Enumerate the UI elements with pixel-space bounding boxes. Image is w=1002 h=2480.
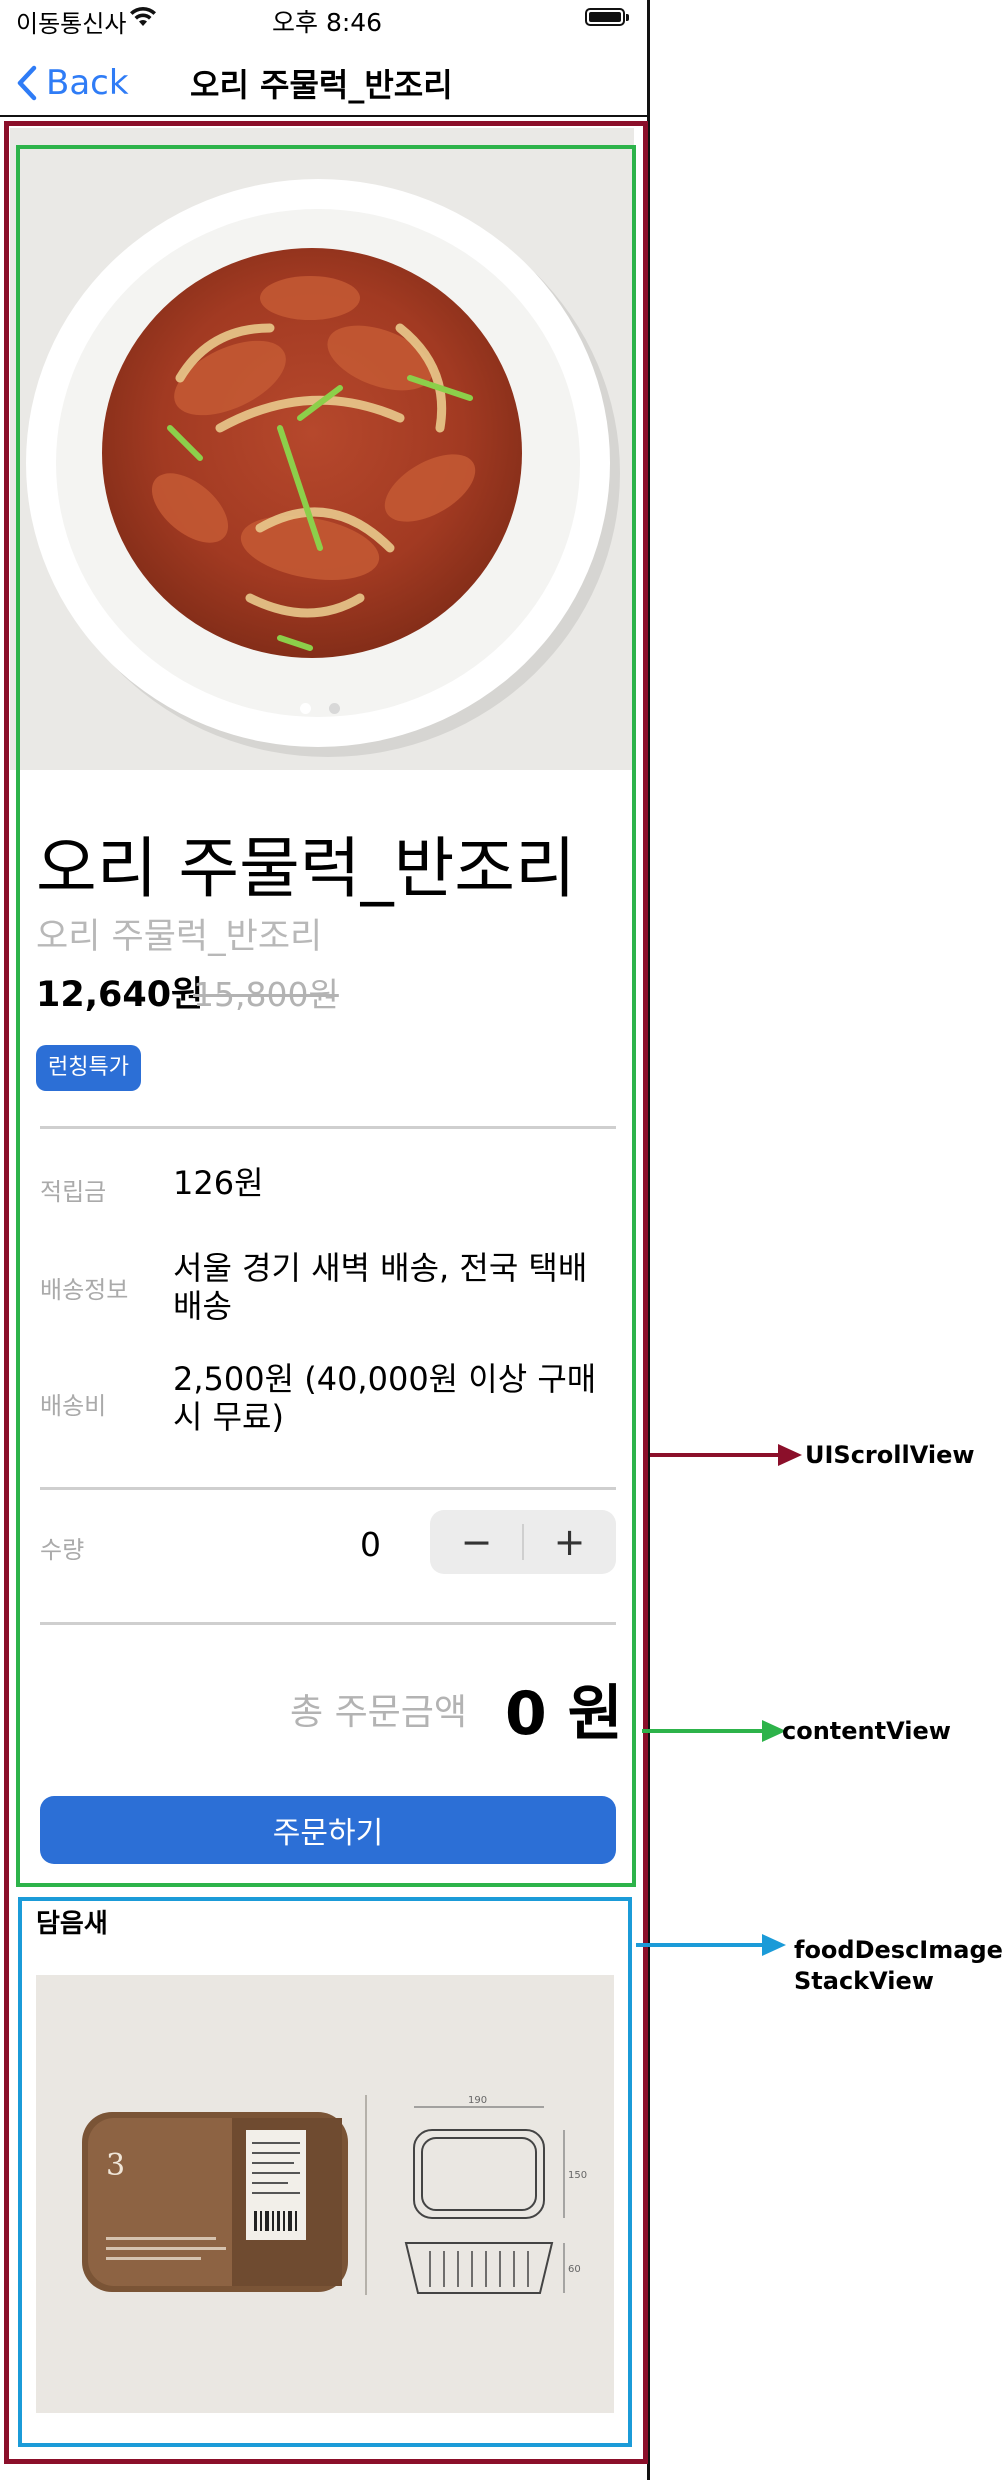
wifi-icon xyxy=(128,6,158,32)
battery-icon xyxy=(585,8,629,26)
stack-view-arrow xyxy=(636,1934,786,1956)
scroll-view-arrow xyxy=(650,1444,802,1466)
status-time: 오후 8:46 xyxy=(272,8,383,37)
content-view-arrow xyxy=(642,1720,786,1742)
nav-title: 오리 주물럭_반조리 xyxy=(190,66,453,104)
scroll-view-label: UIScrollView xyxy=(805,1441,975,1469)
stack-view-label: foodDescImage StackView xyxy=(794,1935,1002,1997)
chevron-left-icon xyxy=(17,65,37,101)
back-button[interactable]: Back xyxy=(16,56,129,110)
content-view-label: contentView xyxy=(782,1717,951,1745)
stack-view-label-line1: foodDescImage xyxy=(794,1936,1002,1964)
stack-view-outline xyxy=(18,1897,632,2447)
content-view-outline xyxy=(16,145,636,1887)
back-label: Back xyxy=(46,63,129,103)
phone-screen: 이동통신사 오후 8:46 Back 오리 주물럭_반조리 오리 주물럭_반조리… xyxy=(0,0,650,2480)
stack-view-label-line2: StackView xyxy=(794,1967,934,1995)
status-carrier: 이동통신사 xyxy=(16,10,127,38)
nav-separator xyxy=(0,115,650,117)
